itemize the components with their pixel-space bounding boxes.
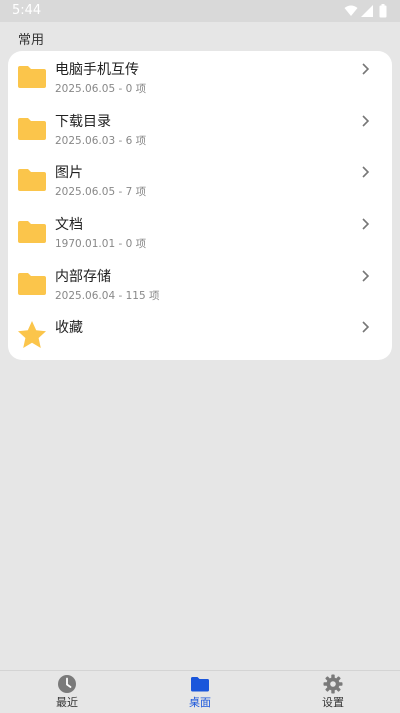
item-title: 文档 [55, 217, 83, 234]
gear-icon [323, 674, 343, 694]
folder-icon [191, 677, 209, 692]
nav-label: 最近 [56, 696, 78, 709]
signal-icon [361, 5, 373, 17]
status-icons [344, 4, 390, 18]
nav-label: 桌面 [189, 696, 211, 709]
star-icon [18, 321, 46, 349]
nav-label: 设置 [322, 696, 344, 709]
item-title: 内部存储 [55, 268, 111, 285]
clock-icon [58, 675, 76, 693]
item-subtitle: 2025.06.05 - 0 项 [55, 83, 147, 95]
list-item[interactable]: 电脑手机互传 2025.06.05 - 0 项 [8, 51, 392, 103]
nav-recent[interactable]: 最近 [27, 671, 107, 713]
item-title: 收藏 [55, 320, 83, 337]
item-title: 图片 [55, 165, 83, 182]
folder-icon [18, 272, 46, 295]
status-time: 5:44 [12, 3, 42, 18]
item-subtitle: 1970.01.01 - 0 项 [55, 238, 147, 251]
bottom-nav: 最近 桌面 设置 [0, 670, 400, 713]
item-title: 电脑手机互传 [55, 62, 139, 78]
wifi-icon [344, 5, 358, 16]
battery-icon [379, 4, 387, 18]
list-item[interactable]: 内部存储 2025.06.04 - 115 项 [8, 258, 392, 310]
common-locations-card: 电脑手机互传 2025.06.05 - 0 项 下载目录 2025.06.03 … [8, 51, 392, 360]
folder-icon [18, 221, 46, 244]
chevron-right-icon [362, 115, 370, 127]
folder-icon [18, 169, 46, 192]
item-title: 下载目录 [55, 113, 111, 130]
chevron-right-icon [362, 270, 370, 282]
item-subtitle: 2025.06.04 - 115 项 [55, 289, 160, 302]
item-subtitle: 2025.06.05 - 7 项 [55, 186, 147, 199]
nav-desktop[interactable]: 桌面 [160, 671, 240, 713]
list-item[interactable]: 文档 1970.01.01 - 0 项 [8, 206, 392, 258]
item-subtitle: 2025.06.03 - 6 项 [55, 134, 147, 147]
chevron-right-icon [362, 218, 370, 230]
status-bar: 5:44 [0, 0, 400, 22]
list-item[interactable]: 下载目录 2025.06.03 - 6 项 [8, 103, 392, 155]
nav-settings[interactable]: 设置 [293, 671, 373, 713]
folder-icon [18, 117, 46, 140]
chevron-right-icon [362, 321, 370, 334]
list-item[interactable]: 收藏 [8, 309, 392, 360]
chevron-right-icon [362, 63, 370, 75]
chevron-right-icon [362, 166, 370, 178]
section-title: 常用 [18, 33, 45, 48]
folder-icon [18, 66, 46, 88]
list-item[interactable]: 图片 2025.06.05 - 7 项 [8, 154, 392, 206]
